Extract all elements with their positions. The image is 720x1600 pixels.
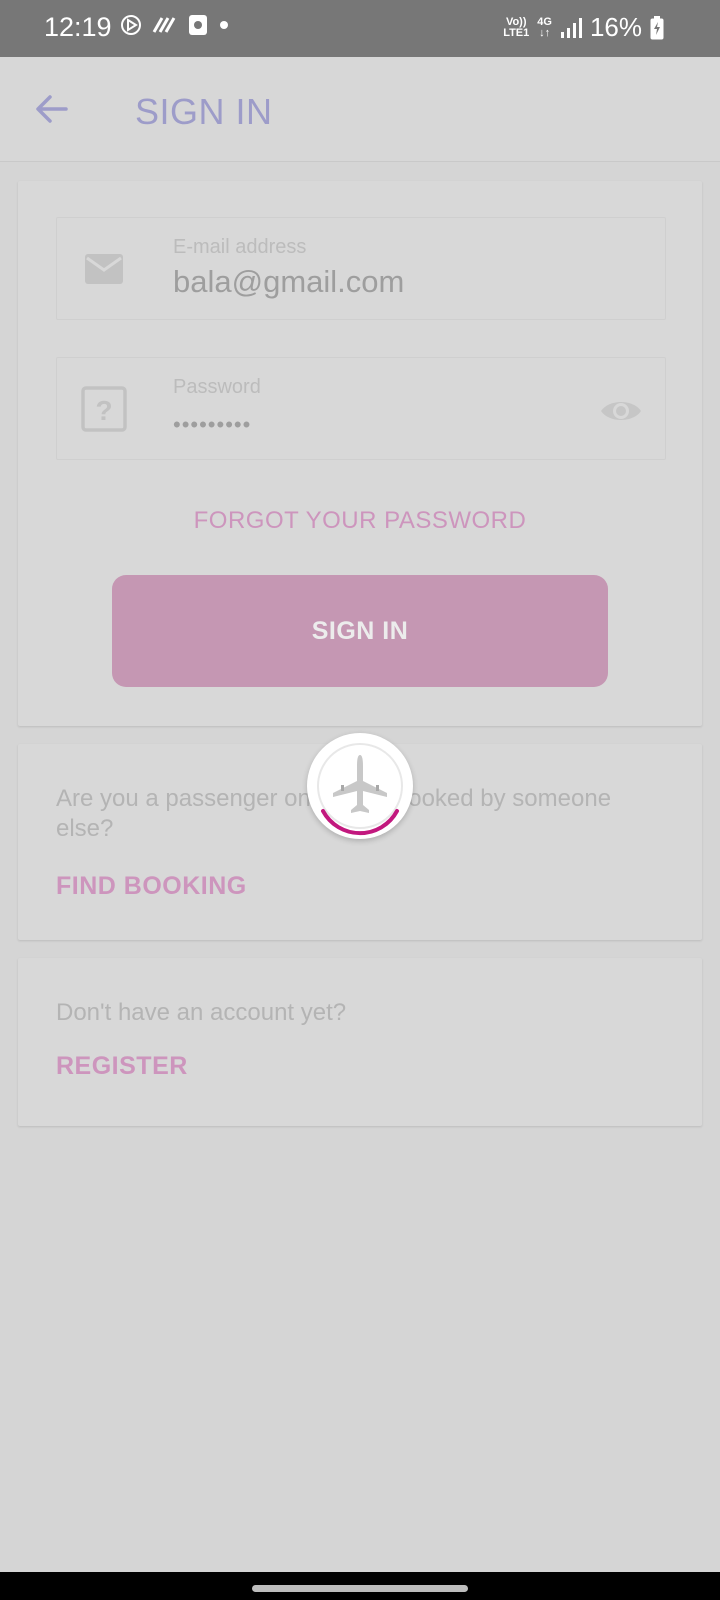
volte-text: Vo))	[505, 15, 527, 28]
home-indicator[interactable]	[252, 1585, 468, 1592]
loading-spinner	[307, 733, 413, 839]
play-icon	[121, 15, 141, 35]
back-button[interactable]	[30, 87, 74, 131]
battery-charging-icon	[650, 15, 664, 39]
network-type-text: 4G	[537, 15, 552, 28]
status-time: 12:19	[44, 12, 112, 42]
signal-icon	[560, 17, 582, 38]
dot-icon	[220, 21, 228, 29]
system-icons: Vo)) LTE1 4G ↓↑ 16%	[503, 12, 664, 43]
email-label: E-mail address	[173, 236, 307, 258]
svg-text:?: ?	[95, 395, 112, 426]
question-box-icon: ?	[81, 386, 127, 432]
app-icon	[189, 15, 207, 35]
password-field[interactable]: ? Password •••••••••	[56, 357, 666, 460]
data-arrows-icon: ↓↑	[539, 26, 551, 39]
email-field[interactable]: E-mail address bala@gmail.com	[56, 217, 666, 320]
register-card: Don't have an account yet? REGISTER	[18, 958, 702, 1126]
sign-in-button[interactable]: SIGN IN	[112, 575, 608, 687]
find-booking-link[interactable]: FIND BOOKING	[56, 872, 247, 901]
app-bar: SIGN IN	[0, 57, 720, 162]
password-label: Password	[173, 376, 261, 398]
lte-text: LTE1	[503, 26, 530, 39]
signin-card: E-mail address bala@gmail.com ? Password…	[18, 181, 702, 726]
volte-indicator: Vo)) LTE1	[503, 15, 530, 39]
page-title: SIGN IN	[135, 91, 273, 132]
airplane-icon	[317, 743, 403, 836]
navigation-bar	[0, 1572, 720, 1600]
eye-icon[interactable]	[599, 396, 643, 426]
arrow-left-icon	[36, 95, 68, 123]
network-type-indicator: 4G ↓↑	[537, 15, 552, 39]
battery-percent: 16%	[589, 12, 642, 42]
status-bar: 12:19 Vo)) LTE1 4G ↓↑ 16%	[0, 0, 720, 57]
forgot-password-link[interactable]: FORGOT YOUR PASSWORD	[18, 507, 702, 535]
register-link[interactable]: REGISTER	[56, 1052, 188, 1081]
envelope-icon	[85, 254, 123, 284]
email-value[interactable]: bala@gmail.com	[173, 264, 404, 300]
password-value[interactable]: •••••••••	[173, 412, 251, 438]
wave-icon	[152, 17, 176, 33]
notification-icons	[120, 14, 230, 36]
register-prompt: Don't have an account yet?	[56, 999, 347, 1026]
